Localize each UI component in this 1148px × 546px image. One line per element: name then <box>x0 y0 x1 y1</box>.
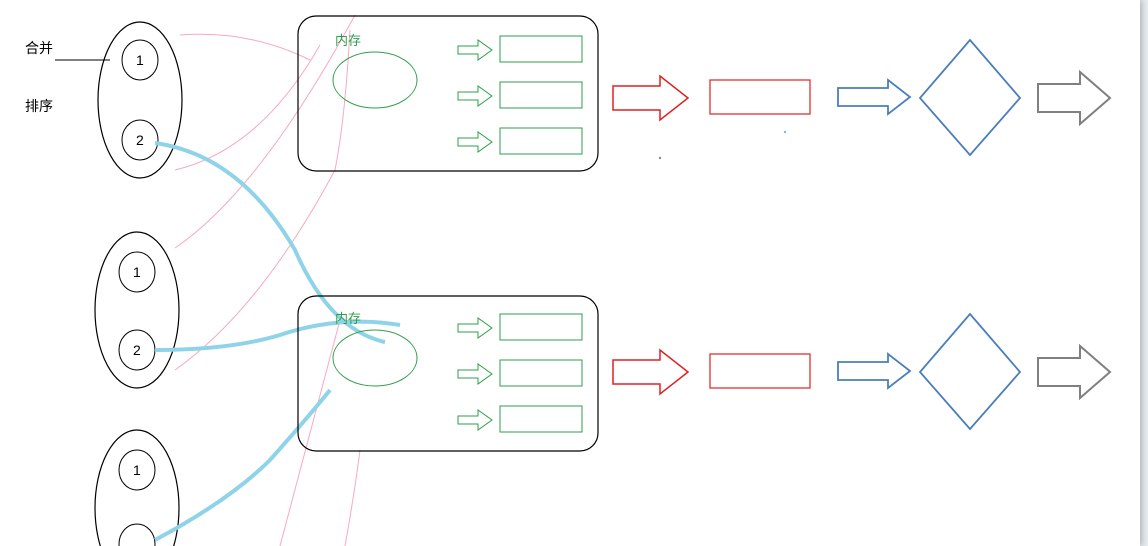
pink-curve-6[interactable] <box>345 450 360 546</box>
memory1-oval[interactable] <box>333 52 417 108</box>
red-arrow-2[interactable] <box>613 350 688 394</box>
red-arrow-1[interactable] <box>613 76 688 120</box>
memory1-slot3[interactable] <box>500 128 582 154</box>
blue-arrow-1[interactable] <box>838 80 910 114</box>
memory2-row3[interactable] <box>458 406 582 432</box>
arrow-icon <box>458 410 492 430</box>
arrow-icon <box>458 318 492 338</box>
diagram-canvas: 合并 排序 <box>0 0 1140 546</box>
memory1-row3[interactable] <box>458 128 582 154</box>
red-rect-1[interactable] <box>710 80 810 114</box>
red-rect-2[interactable] <box>710 354 810 388</box>
memory2-row1[interactable] <box>458 314 582 340</box>
pink-curve-1[interactable] <box>180 34 310 60</box>
pink-curve-4[interactable] <box>175 30 350 370</box>
diagram-svg <box>0 0 1148 546</box>
dot-1 <box>659 157 661 159</box>
oval3-num1: 1 <box>133 462 141 478</box>
oval-group3-inner2[interactable] <box>119 524 155 546</box>
memory-label-1: 内存 <box>335 30 361 49</box>
oval-group2-outer[interactable] <box>95 232 179 388</box>
gray-arrow-2[interactable] <box>1038 346 1110 398</box>
memory2-slot3[interactable] <box>500 406 582 432</box>
cyan-curve-3[interactable] <box>155 390 330 540</box>
oval1-num1: 1 <box>136 52 144 68</box>
memory1-slot2[interactable] <box>500 82 582 108</box>
memory2-slot1[interactable] <box>500 314 582 340</box>
arrow-icon <box>458 40 492 60</box>
blue-diamond-2[interactable] <box>920 314 1020 429</box>
arrow-icon <box>458 132 492 152</box>
oval2-num2: 2 <box>133 342 141 358</box>
memory-label-2: 内存 <box>335 308 361 327</box>
oval1-num2: 2 <box>136 132 144 148</box>
gray-arrow-1[interactable] <box>1038 72 1110 124</box>
dot-2 <box>784 131 786 133</box>
arrow-icon <box>458 86 492 106</box>
memory2-row2[interactable] <box>458 360 582 386</box>
oval-group1-outer[interactable] <box>98 22 182 178</box>
oval-group3-outer[interactable] <box>95 430 179 546</box>
memory1-row2[interactable] <box>458 82 582 108</box>
pink-curve-3[interactable] <box>175 15 355 248</box>
memory1-row1[interactable] <box>458 36 582 62</box>
memory1-slot1[interactable] <box>500 36 582 62</box>
memory2-slot2[interactable] <box>500 360 582 386</box>
pink-curve-5[interactable] <box>280 320 340 546</box>
arrow-icon <box>458 364 492 384</box>
oval2-num1: 1 <box>133 264 141 280</box>
blue-arrow-2[interactable] <box>838 354 910 388</box>
blue-diamond-1[interactable] <box>920 40 1020 155</box>
